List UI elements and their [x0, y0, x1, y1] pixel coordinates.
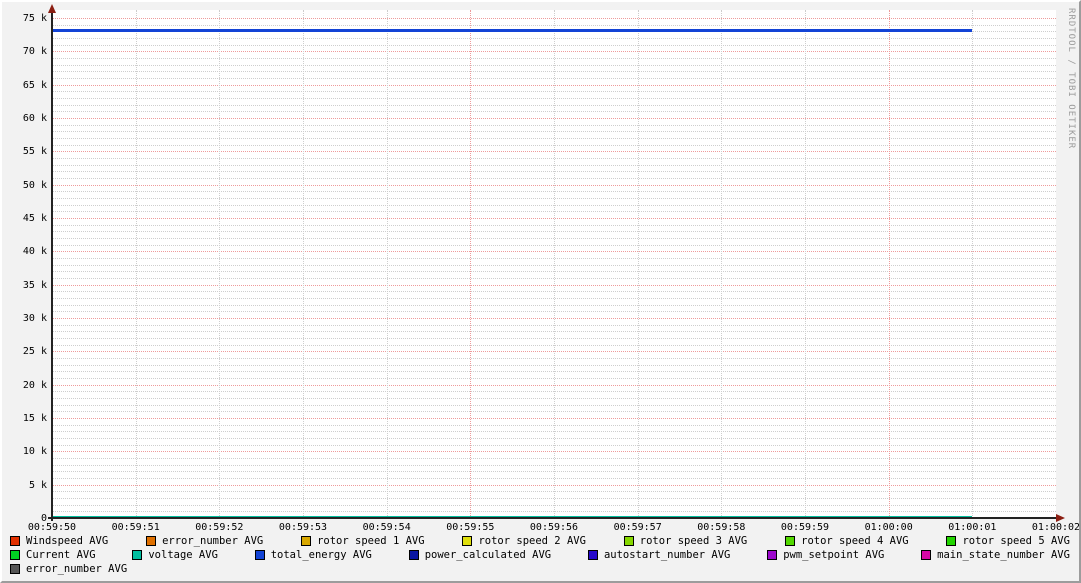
legend-item: main_state_number AVG — [921, 548, 1070, 562]
legend-label: pwm_setpoint AVG — [783, 549, 885, 561]
x-tick-label: 01:00:00 — [864, 522, 913, 533]
x-grid-minor — [135, 10, 137, 518]
legend-color-swatch — [785, 536, 796, 546]
legend-item: rotor speed 3 AVG — [623, 534, 748, 548]
legend-color-swatch — [146, 536, 157, 546]
legend-color-swatch — [767, 550, 778, 560]
x-grid-major — [470, 10, 472, 518]
x-grid-minor — [637, 10, 639, 518]
y-axis-arrow-icon — [48, 4, 56, 13]
x-tick-label: 00:59:59 — [780, 522, 830, 533]
y-tick-label: 60 k — [22, 113, 47, 124]
legend-item: Current AVG — [10, 548, 96, 562]
legend-color-swatch — [132, 550, 143, 560]
legend-item: power_calculated AVG — [408, 548, 552, 562]
legend-row: Current AVG voltage AVG total_energy AVG po… — [10, 548, 1070, 562]
x-grid-minor — [721, 10, 723, 518]
x-grid-minor — [386, 10, 388, 518]
legend-item: error_number AVG — [10, 562, 127, 576]
legend-item: Windspeed AVG — [10, 534, 108, 548]
rrdtool-graph: 05 k 10 k 15 k 20 k 25 k 30 k 35 k 40 k 45 k 50 k… — [0, 0, 1081, 583]
x-tick-label: 00:59:53 — [278, 522, 328, 533]
legend-label: error_number AVG — [162, 535, 264, 547]
x-tick-label: 00:59:58 — [697, 522, 746, 533]
legend-color-swatch — [946, 536, 957, 546]
x-grid-minor — [554, 10, 555, 518]
legend-item: rotor speed 5 AVG — [946, 534, 1070, 548]
y-tick-label: 70 k — [22, 46, 47, 58]
legend-label: Windspeed AVG — [26, 535, 109, 547]
x-grid-minor — [805, 10, 806, 518]
legend-label: rotor speed 5 AVG — [962, 535, 1070, 547]
y-tick-label: 20 k — [22, 379, 47, 391]
legend-label: total_energy AVG — [270, 549, 372, 561]
legend-color-swatch — [10, 564, 20, 574]
legend-color-swatch — [462, 536, 473, 546]
watermark-text: RRDTOOL / TOBI OETIKER — [1066, 8, 1076, 150]
legend-item: error_number AVG — [146, 534, 263, 548]
y-tick-label: 25 k — [22, 346, 47, 358]
legend-label: rotor speed 2 AVG — [478, 535, 586, 547]
x-grid-major — [888, 10, 890, 518]
x-tick-label: 00:59:51 — [111, 522, 160, 533]
legend-row: Windspeed AVG error_number AVG rotor speed… — [10, 534, 1070, 548]
legend-color-swatch — [587, 550, 598, 560]
x-tick-label: 00:59:50 — [27, 522, 77, 533]
x-tick-label: 00:59:56 — [529, 522, 579, 533]
legend-item: voltage AVG — [132, 548, 218, 562]
legend-color-swatch — [254, 550, 265, 560]
legend-label: power_calculated AVG — [424, 549, 552, 561]
legend-label: rotor speed 1 AVG — [317, 535, 425, 547]
y-tick-label: 30 k — [22, 313, 47, 324]
legend-color-swatch — [921, 550, 932, 560]
legend-label: autostart_number AVG — [603, 549, 731, 561]
legend-item: rotor speed 4 AVG — [785, 534, 909, 548]
legend-item: rotor speed 2 AVG — [462, 534, 586, 548]
legend-item: autostart_number AVG — [587, 548, 731, 562]
legend-item: pwm_setpoint AVG — [767, 548, 884, 562]
x-tick-label: 01:00:02 — [1031, 522, 1081, 533]
y-tick-label: 5 k — [28, 479, 47, 491]
x-grid-minor — [972, 10, 974, 518]
legend-label: error_number AVG — [26, 563, 128, 575]
y-tick-label: 10 k — [22, 446, 47, 458]
y-tick-label: 75 k — [22, 13, 47, 24]
x-axis-arrow-icon — [1056, 514, 1065, 522]
legend-label: rotor speed 3 AVG — [639, 535, 748, 547]
plot-area — [52, 10, 1056, 518]
legend-label: main_state_number AVG — [937, 549, 1070, 561]
legend-color-swatch — [623, 536, 634, 546]
x-tick-label: 01:00:01 — [948, 522, 997, 533]
x-grid-minor — [219, 10, 221, 518]
legend-color-swatch — [10, 536, 20, 546]
legend-label: rotor speed 4 AVG — [801, 535, 909, 547]
legend-item: rotor speed 1 AVG — [301, 534, 425, 548]
x-tick-label: 00:59:55 — [446, 522, 495, 533]
y-tick-label: 15 k — [22, 413, 47, 424]
legend-color-swatch — [408, 550, 419, 560]
x-axis — [48, 517, 1056, 519]
x-tick-label: 00:59:52 — [195, 522, 244, 533]
legend-color-swatch — [10, 550, 20, 560]
legend: Windspeed AVG error_number AVG rotor speed… — [10, 534, 1070, 576]
y-axis — [51, 11, 53, 521]
y-tick-label: 65 k — [22, 79, 47, 91]
legend-label: voltage AVG — [148, 549, 218, 561]
x-grid-minor — [303, 10, 304, 518]
x-tick-label: 00:59:57 — [613, 522, 662, 533]
y-tick-label: 50 k — [22, 179, 47, 191]
series-line-total_energy-avg — [52, 29, 973, 33]
legend-row: error_number AVG — [10, 562, 1070, 576]
legend-label: Current AVG — [26, 549, 96, 561]
legend-item: total_energy AVG — [254, 548, 372, 562]
y-tick-label: 55 k — [22, 146, 47, 158]
legend-color-swatch — [301, 536, 312, 546]
y-tick-label: 40 k — [22, 246, 47, 258]
y-tick-label: 45 k — [22, 213, 47, 224]
y-tick-label: 35 k — [22, 279, 47, 291]
x-tick-label: 00:59:54 — [362, 522, 411, 533]
